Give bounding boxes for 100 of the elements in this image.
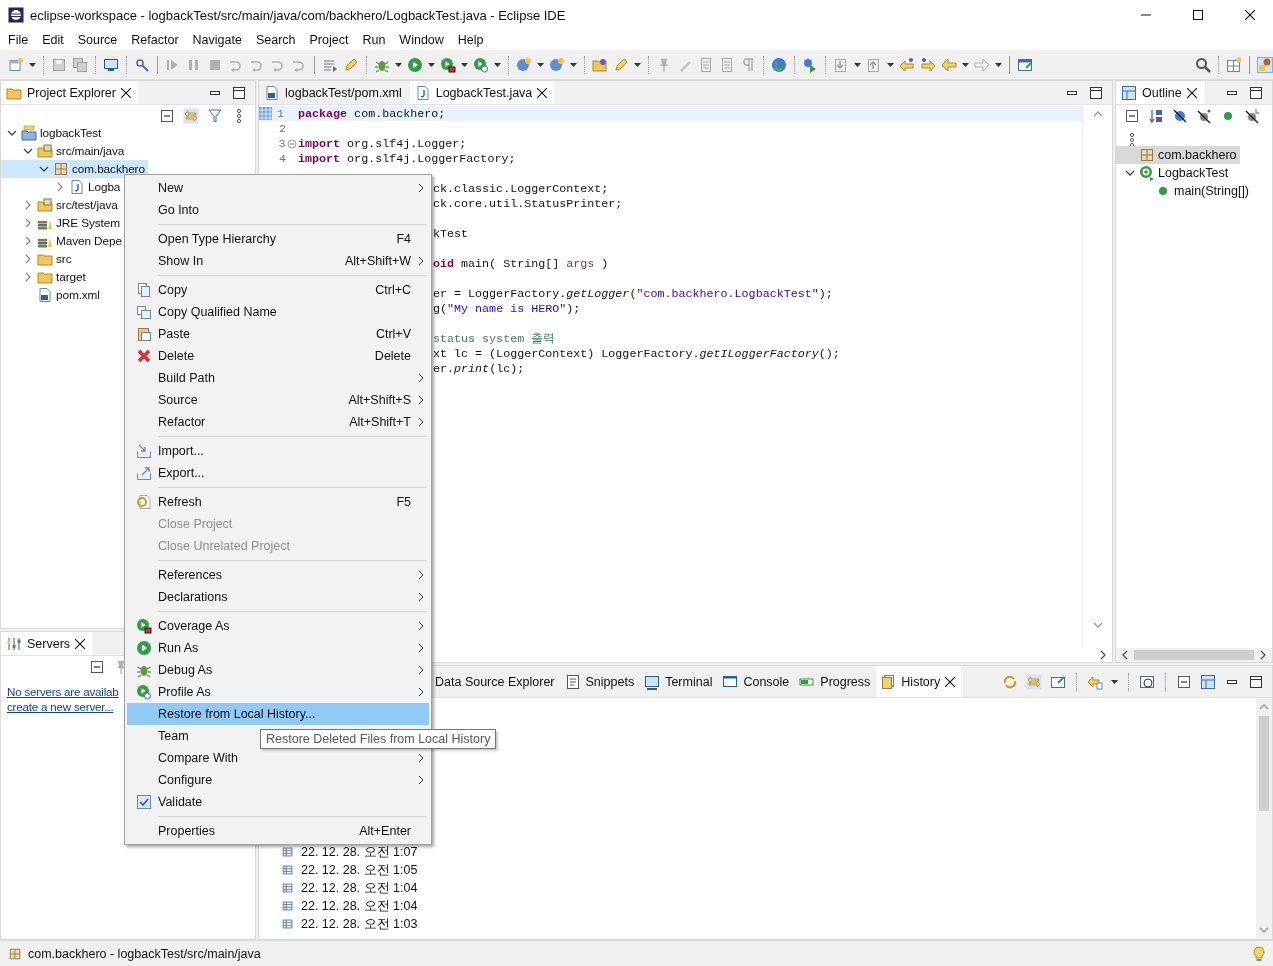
search-icon[interactable]	[1195, 56, 1211, 73]
scroll-left-icon[interactable]	[1120, 649, 1130, 661]
collapse-all-icon[interactable]	[1124, 108, 1140, 124]
scroll-right-icon[interactable]	[1258, 649, 1268, 661]
collapse-all-icon[interactable]	[89, 659, 105, 675]
run-icon[interactable]	[407, 56, 423, 73]
java-perspective-icon[interactable]	[1257, 56, 1273, 73]
history-entry[interactable]: 22. 12. 28. 오전 1:07	[301, 843, 418, 861]
scroll-down-icon[interactable]	[1258, 925, 1270, 935]
menu-item[interactable]: Refactor	[124, 33, 186, 47]
pin-view-icon[interactable]	[1050, 673, 1066, 690]
menu-item[interactable]: Help	[450, 33, 491, 47]
maximize-icon[interactable]	[231, 84, 247, 101]
menu-item[interactable]: Source	[70, 33, 125, 47]
save-icon[interactable]	[51, 56, 67, 73]
tree-item[interactable]: JRE System	[1, 214, 123, 232]
maximize-icon[interactable]	[1248, 673, 1264, 690]
maximize-icon[interactable]	[1088, 84, 1104, 101]
menu-item[interactable]: Edit	[35, 33, 71, 47]
coverage-icon[interactable]	[440, 56, 456, 73]
tree-item[interactable]: pom.xml	[1, 286, 103, 304]
tree-item[interactable]: logbackTest	[1, 124, 105, 142]
tree-item[interactable]: com.backhero	[1, 160, 148, 178]
menu-item[interactable]: Declarations	[127, 586, 429, 608]
last-edit-icon[interactable]	[899, 56, 915, 73]
open-folder-icon[interactable]	[592, 56, 608, 73]
history-entry[interactable]: 22. 12. 28. 오전 1:05	[301, 861, 418, 879]
scroll-thumb[interactable]	[1259, 716, 1269, 811]
menu-item[interactable]: Navigate	[185, 33, 249, 47]
menu-item[interactable]: Configure	[127, 769, 429, 791]
menu-item[interactable]: Export...	[127, 462, 429, 484]
menu-item[interactable]: Refresh F5	[127, 491, 429, 513]
tab[interactable]: History	[876, 666, 962, 697]
menu-item[interactable]: Coverage As	[127, 615, 429, 637]
tree-item[interactable]: Logba	[1, 178, 124, 196]
history-entry[interactable]: 22. 12. 28. 오전 1:04	[301, 879, 418, 897]
tab[interactable]: LogbackTest.java	[409, 81, 556, 104]
menu-item[interactable]: Profile As	[127, 681, 429, 703]
lightbulb-icon[interactable]	[1251, 945, 1267, 962]
menu-item[interactable]: Open Type Hierarchy F4	[127, 228, 429, 250]
menu-item[interactable]: Show In Alt+Shift+W	[127, 250, 429, 272]
link[interactable]: create a new server...	[7, 699, 114, 714]
tree-item[interactable]: src	[1, 250, 75, 268]
close-icon[interactable]	[945, 676, 956, 687]
menu-item[interactable]: Project	[302, 33, 356, 47]
menu-item[interactable]: Copy Qualified Name	[127, 301, 429, 323]
new-file-icon[interactable]	[8, 56, 24, 73]
menu-item[interactable]: Run As	[127, 637, 429, 659]
checkbox-icon[interactable]	[135, 794, 152, 810]
tree-item[interactable]: main(String[])	[1116, 182, 1253, 200]
menu-item[interactable]: Go Into	[127, 199, 429, 221]
tab[interactable]: Servers	[1, 632, 94, 655]
close-icon[interactable]	[75, 638, 86, 649]
tab[interactable]: Project Explorer	[1, 81, 139, 104]
external-run-icon[interactable]	[802, 56, 818, 73]
scroll-right-icon[interactable]	[1098, 649, 1108, 661]
tab[interactable]: Outline	[1116, 81, 1205, 104]
link[interactable]: No servers are availab	[7, 684, 119, 699]
menu-item[interactable]: Build Path	[127, 367, 429, 389]
close-icon[interactable]	[1186, 87, 1197, 98]
tree-item[interactable]: Maven Depe	[1, 232, 125, 250]
menu-item[interactable]: Debug As	[127, 659, 429, 681]
menu-item[interactable]: Validate	[127, 791, 429, 813]
scroll-down-icon[interactable]	[1091, 620, 1104, 630]
menu-item[interactable]: Search	[248, 33, 303, 47]
tree-item[interactable]: com.backhero	[1116, 146, 1240, 164]
globe-icon[interactable]	[771, 56, 787, 73]
menu-item[interactable]: Delete Delete	[127, 345, 429, 367]
open-perspective-icon[interactable]	[1226, 56, 1242, 73]
menu-item[interactable]: Window	[392, 33, 451, 47]
menu-item[interactable]: Run	[355, 33, 393, 47]
layout-icon[interactable]	[1200, 673, 1216, 690]
menu-item[interactable]: File	[1, 33, 36, 47]
collapse-all-icon[interactable]	[159, 108, 175, 124]
save-all-icon[interactable]	[72, 56, 88, 73]
tree-item[interactable]: target	[1, 268, 89, 286]
profile-icon[interactable]	[473, 56, 489, 73]
menu-item[interactable]: Restore from Local History...	[127, 703, 429, 725]
filter-icon[interactable]	[207, 108, 223, 124]
scroll-up-icon[interactable]	[1258, 702, 1270, 712]
menu-item[interactable]: Source Alt+Shift+S	[127, 389, 429, 411]
menu-item[interactable]: References	[127, 564, 429, 586]
maximize-icon[interactable]	[1248, 84, 1264, 101]
pencil-icon[interactable]	[613, 56, 629, 73]
history-entry[interactable]: 22. 12. 28. 오전 1:04	[301, 897, 418, 915]
menu-item[interactable]: Properties Alt+Enter	[127, 820, 429, 842]
menu-item[interactable]: Paste Ctrl+V	[127, 323, 429, 345]
sort-icon[interactable]	[1148, 108, 1164, 124]
history-entry[interactable]: 22. 12. 28. 오전 1:03	[301, 915, 418, 933]
next-edit-icon[interactable]	[920, 56, 936, 73]
scroll-thumb[interactable]	[1134, 650, 1254, 660]
back-icon[interactable]	[941, 56, 957, 73]
open-window-icon[interactable]	[1017, 56, 1033, 73]
tree-item[interactable]: src/main/java	[1, 142, 128, 160]
scroll-up-icon[interactable]	[1091, 109, 1104, 119]
menu-item[interactable]: New	[127, 177, 429, 199]
menu-item[interactable]: Copy Ctrl+C	[127, 279, 429, 301]
close-icon[interactable]	[120, 87, 131, 98]
tree-item[interactable]: LogbackTest	[1116, 164, 1232, 182]
highlight-icon[interactable]	[343, 56, 359, 73]
